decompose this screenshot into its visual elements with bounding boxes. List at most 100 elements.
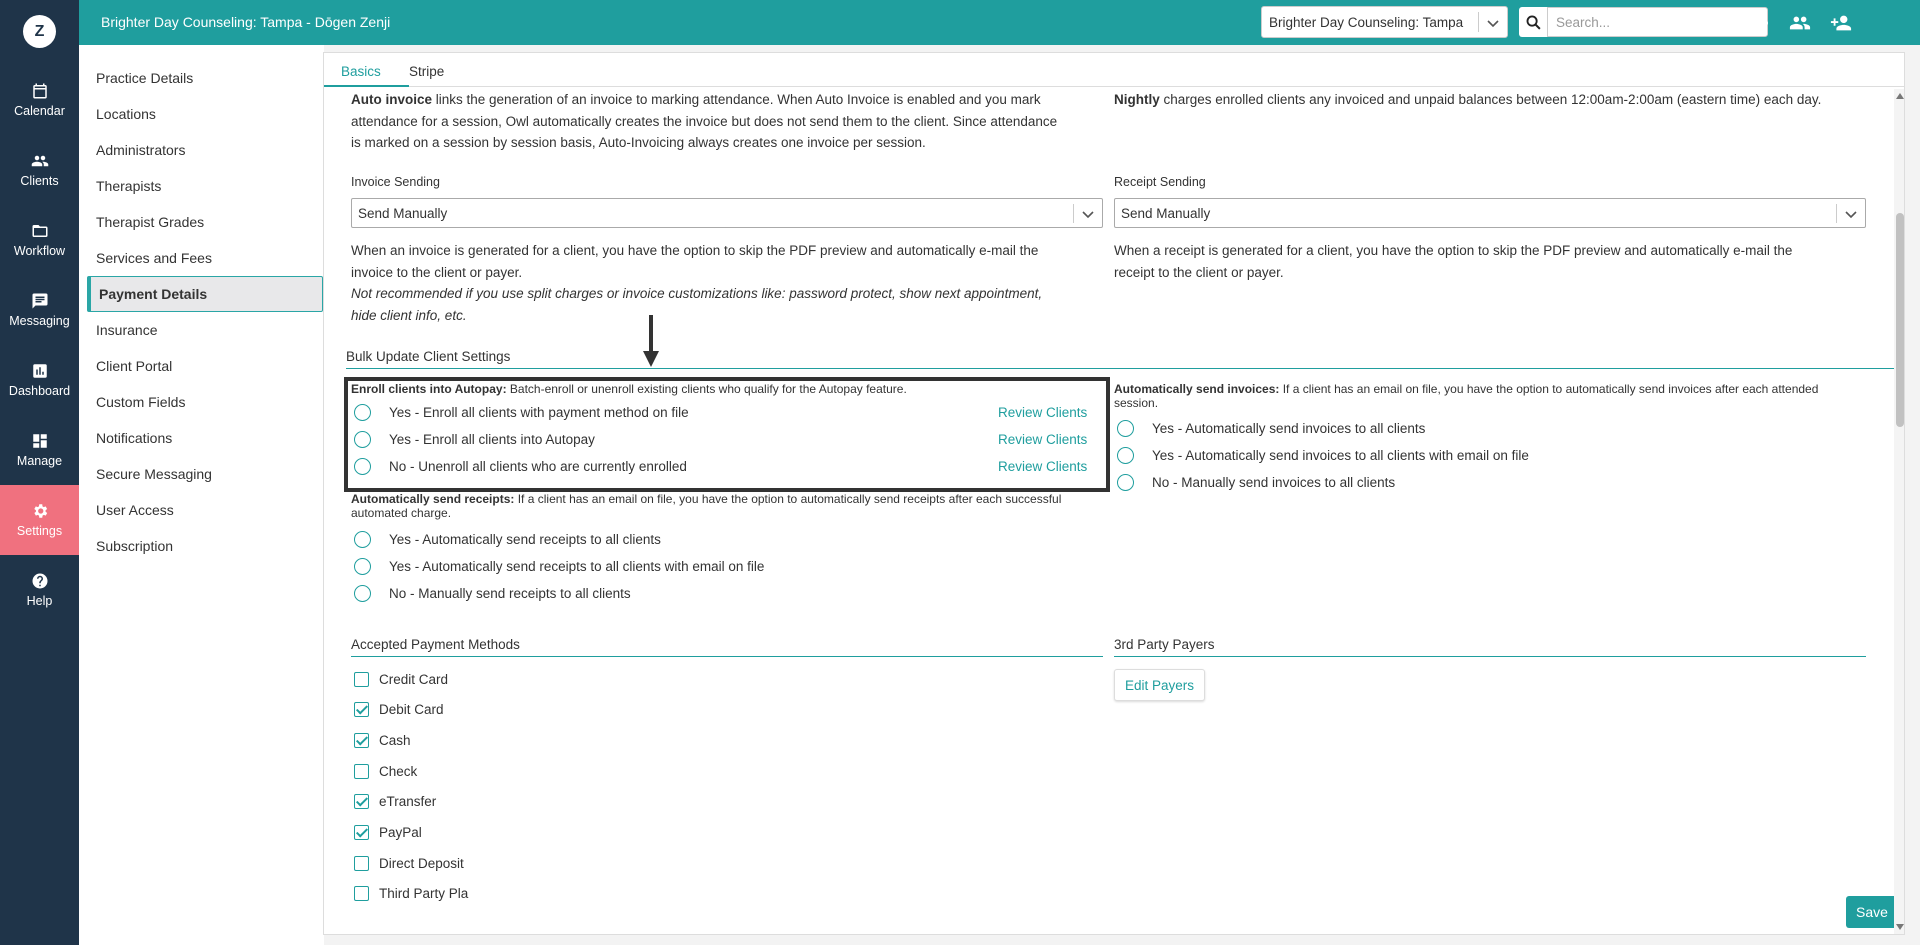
sidebar-item-subscription[interactable]: Subscription	[79, 528, 315, 564]
edit-payers-button[interactable]: Edit Payers	[1114, 669, 1206, 701]
payment-method-row[interactable]: Check	[354, 761, 417, 781]
review-clients-link-2[interactable]: Review Clients	[998, 432, 1087, 447]
main-scrollbar[interactable]	[1894, 89, 1904, 934]
sidebar-item-custom-fields[interactable]: Custom Fields	[79, 384, 315, 420]
invoices-option-3[interactable]: No - Manually send invoices to all clien…	[1117, 471, 1395, 493]
search-input[interactable]	[1547, 7, 1768, 37]
review-clients-link-1[interactable]: Review Clients	[998, 405, 1087, 420]
invoices-option-1[interactable]: Yes - Automatically send invoices to all…	[1117, 417, 1425, 439]
sidebar-item-administrators[interactable]: Administrators	[79, 132, 315, 168]
sidebar-item-practice-details[interactable]: Practice Details	[79, 60, 315, 96]
receipts-option-2-label: Yes - Automatically send receipts to all…	[389, 558, 765, 574]
sidebar-item-client-portal[interactable]: Client Portal	[79, 348, 315, 384]
preview-button[interactable]	[1747, 12, 1769, 34]
autopay-option-2[interactable]: Yes - Enroll all clients into Autopay	[354, 428, 595, 450]
auto-invoices-text2: session.	[1114, 396, 1159, 410]
nav-help[interactable]: Help	[0, 555, 79, 625]
radio-button[interactable]	[1117, 419, 1134, 437]
sidebar-item-secure-messaging[interactable]: Secure Messaging	[79, 456, 315, 492]
app-logo[interactable]: Z	[23, 15, 56, 48]
third-party-payers-heading: 3rd Party Payers	[1114, 637, 1866, 657]
autopay-option-1[interactable]: Yes - Enroll all clients with payment me…	[354, 401, 689, 423]
sidebar-item-payment-details[interactable]: Payment Details	[87, 276, 323, 312]
sidebar-item-notifications[interactable]: Notifications	[79, 420, 315, 456]
search-button[interactable]	[1519, 7, 1547, 37]
nav-messaging-label: Messaging	[9, 314, 70, 328]
autopay-option-2-label: Yes - Enroll all clients into Autopay	[389, 431, 595, 447]
autopay-option-3[interactable]: No - Unenroll all clients who are curren…	[354, 455, 687, 477]
autopay-option-3-label: No - Unenroll all clients who are curren…	[389, 458, 687, 474]
people-icon	[31, 155, 48, 167]
checkbox[interactable]	[354, 763, 369, 779]
receipts-option-3[interactable]: No - Manually send receipts to all clien…	[354, 582, 631, 604]
notifications-bell[interactable]	[1707, 12, 1729, 34]
radio-button[interactable]	[354, 530, 371, 548]
nav-clients[interactable]: Clients	[0, 135, 79, 205]
sidebar-item-user-access[interactable]: User Access	[79, 492, 315, 528]
tab-stripe[interactable]: Stripe	[409, 64, 444, 79]
payment-method-row[interactable]: Direct Deposit	[354, 853, 464, 873]
checkbox[interactable]	[354, 825, 369, 840]
invoice-sending-note2: hide client info, etc.	[351, 307, 467, 323]
search-icon	[1526, 15, 1541, 30]
payment-method-row[interactable]: Debit Card	[354, 700, 444, 720]
autopay-description: Enroll clients into Autopay: Batch-enrol…	[351, 382, 1111, 396]
radio-button[interactable]	[354, 457, 371, 475]
nav-dashboard[interactable]: Dashboard	[0, 345, 79, 415]
checkbox[interactable]	[354, 732, 369, 748]
review-clients-link-3[interactable]: Review Clients	[998, 459, 1087, 474]
practice-select-value: Brighter Day Counseling: Tampa	[1269, 15, 1464, 30]
scroll-up-arrow-icon[interactable]	[1896, 93, 1904, 99]
payment-method-row[interactable]: Cash	[354, 730, 411, 750]
scrollbar-thumb[interactable]	[1896, 213, 1904, 427]
sidebar-item-locations[interactable]: Locations	[79, 96, 315, 132]
save-button[interactable]: Save	[1846, 896, 1898, 928]
checkbox[interactable]	[354, 702, 369, 718]
bulk-update-heading: Bulk Update Client Settings	[346, 349, 1896, 369]
message-icon	[32, 293, 47, 309]
auto-invoices-bold: Automatically send invoices:	[1114, 382, 1280, 396]
nav-help-label: Help	[26, 594, 53, 608]
receipt-sending-select[interactable]: Send Manually	[1114, 198, 1866, 228]
radio-button[interactable]	[354, 584, 371, 602]
radio-button[interactable]	[1117, 473, 1134, 491]
invoice-sending-select[interactable]: Send Manually	[351, 198, 1103, 228]
sidebar-item-insurance[interactable]: Insurance	[79, 312, 315, 348]
practice-select[interactable]: Brighter Day Counseling: Tampa	[1261, 6, 1508, 38]
users-button[interactable]	[1789, 12, 1811, 34]
radio-button[interactable]	[354, 403, 371, 421]
radio-button[interactable]	[354, 557, 371, 575]
receipts-option-2[interactable]: Yes - Automatically send receipts to all…	[354, 555, 764, 577]
nav-workflow[interactable]: Workflow	[0, 205, 79, 275]
autopay-text: Batch-enroll or unenroll existing client…	[506, 382, 907, 396]
checkbox[interactable]	[354, 671, 369, 687]
select-separator	[1478, 12, 1479, 32]
payment-method-row[interactable]: Credit Card	[354, 669, 448, 689]
sidebar-item-therapists[interactable]: Therapists	[79, 168, 315, 204]
payment-method-row[interactable]: PayPal	[354, 823, 422, 843]
checkbox[interactable]	[354, 886, 369, 902]
checkbox[interactable]	[354, 794, 369, 810]
nav-settings[interactable]: Settings	[0, 485, 79, 555]
invoice-sending-desc2: invoice to the client or payer.	[351, 264, 523, 280]
folder-icon	[32, 225, 47, 237]
invoices-option-2[interactable]: Yes - Automatically send invoices to all…	[1117, 444, 1529, 466]
invoices-option-1-label: Yes - Automatically send invoices to all…	[1152, 420, 1426, 436]
radio-button[interactable]	[1117, 446, 1134, 464]
radio-button[interactable]	[354, 430, 371, 448]
auto-invoice-line2: attendance for a session, Owl automatica…	[351, 113, 1058, 129]
nav-messaging[interactable]: Messaging	[0, 275, 79, 345]
payment-method-row[interactable]: eTransfer	[354, 792, 436, 812]
receipts-option-1[interactable]: Yes - Automatically send receipts to all…	[354, 528, 661, 550]
checkbox[interactable]	[354, 855, 369, 871]
scroll-down-arrow-icon[interactable]	[1896, 924, 1904, 930]
payment-method-label: PayPal	[379, 825, 422, 840]
tab-basics[interactable]: Basics	[341, 64, 381, 79]
nav-manage[interactable]: Manage	[0, 415, 79, 485]
receipt-sending-label: Receipt Sending	[1114, 175, 1206, 189]
sidebar-item-services-and-fees[interactable]: Services and Fees	[79, 240, 315, 276]
payment-method-row[interactable]: Third Party Pla	[354, 884, 468, 904]
nav-calendar[interactable]: Calendar	[0, 65, 79, 135]
sidebar-item-therapist-grades[interactable]: Therapist Grades	[79, 204, 315, 240]
add-user-button[interactable]	[1830, 12, 1852, 34]
